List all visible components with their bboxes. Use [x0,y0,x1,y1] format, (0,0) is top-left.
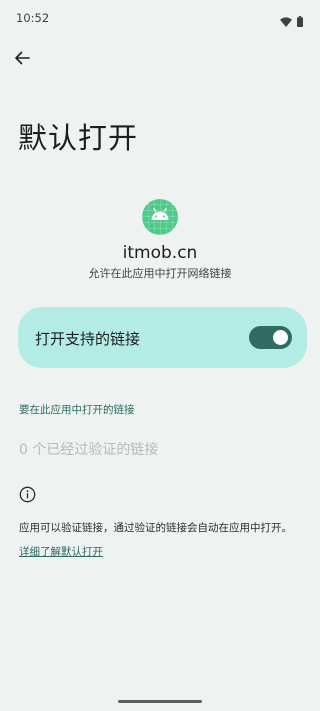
open-supported-links-switch[interactable] [249,326,292,349]
back-button[interactable] [10,48,34,72]
gesture-nav-handle[interactable] [118,700,202,703]
info-icon [19,486,36,503]
open-supported-links-label: 打开支持的链接 [35,330,141,348]
links-section-header: 要在此应用中打开的链接 [19,404,135,416]
app-icon [142,199,178,235]
switch-thumb [273,330,288,345]
status-icons [280,12,303,31]
page-title: 默认打开 [18,121,139,155]
verified-links-empty: 0 个已经过验证的链接 [19,442,159,458]
wifi-icon [280,12,292,31]
open-supported-links-card[interactable]: 打开支持的链接 [18,307,307,368]
info-text: 应用可以验证链接，通过验证的链接会自动在应用中打开。 [19,522,292,534]
status-bar: 10:52 [0,0,320,38]
arrow-back-icon [14,50,30,70]
battery-icon [297,12,303,31]
app-subtitle: 允许在此应用中打开网络链接 [88,267,232,280]
app-name: itmob.cn [122,243,198,263]
learn-more-link[interactable]: 详细了解默认打开 [19,544,103,559]
status-time: 10:52 [16,11,50,25]
